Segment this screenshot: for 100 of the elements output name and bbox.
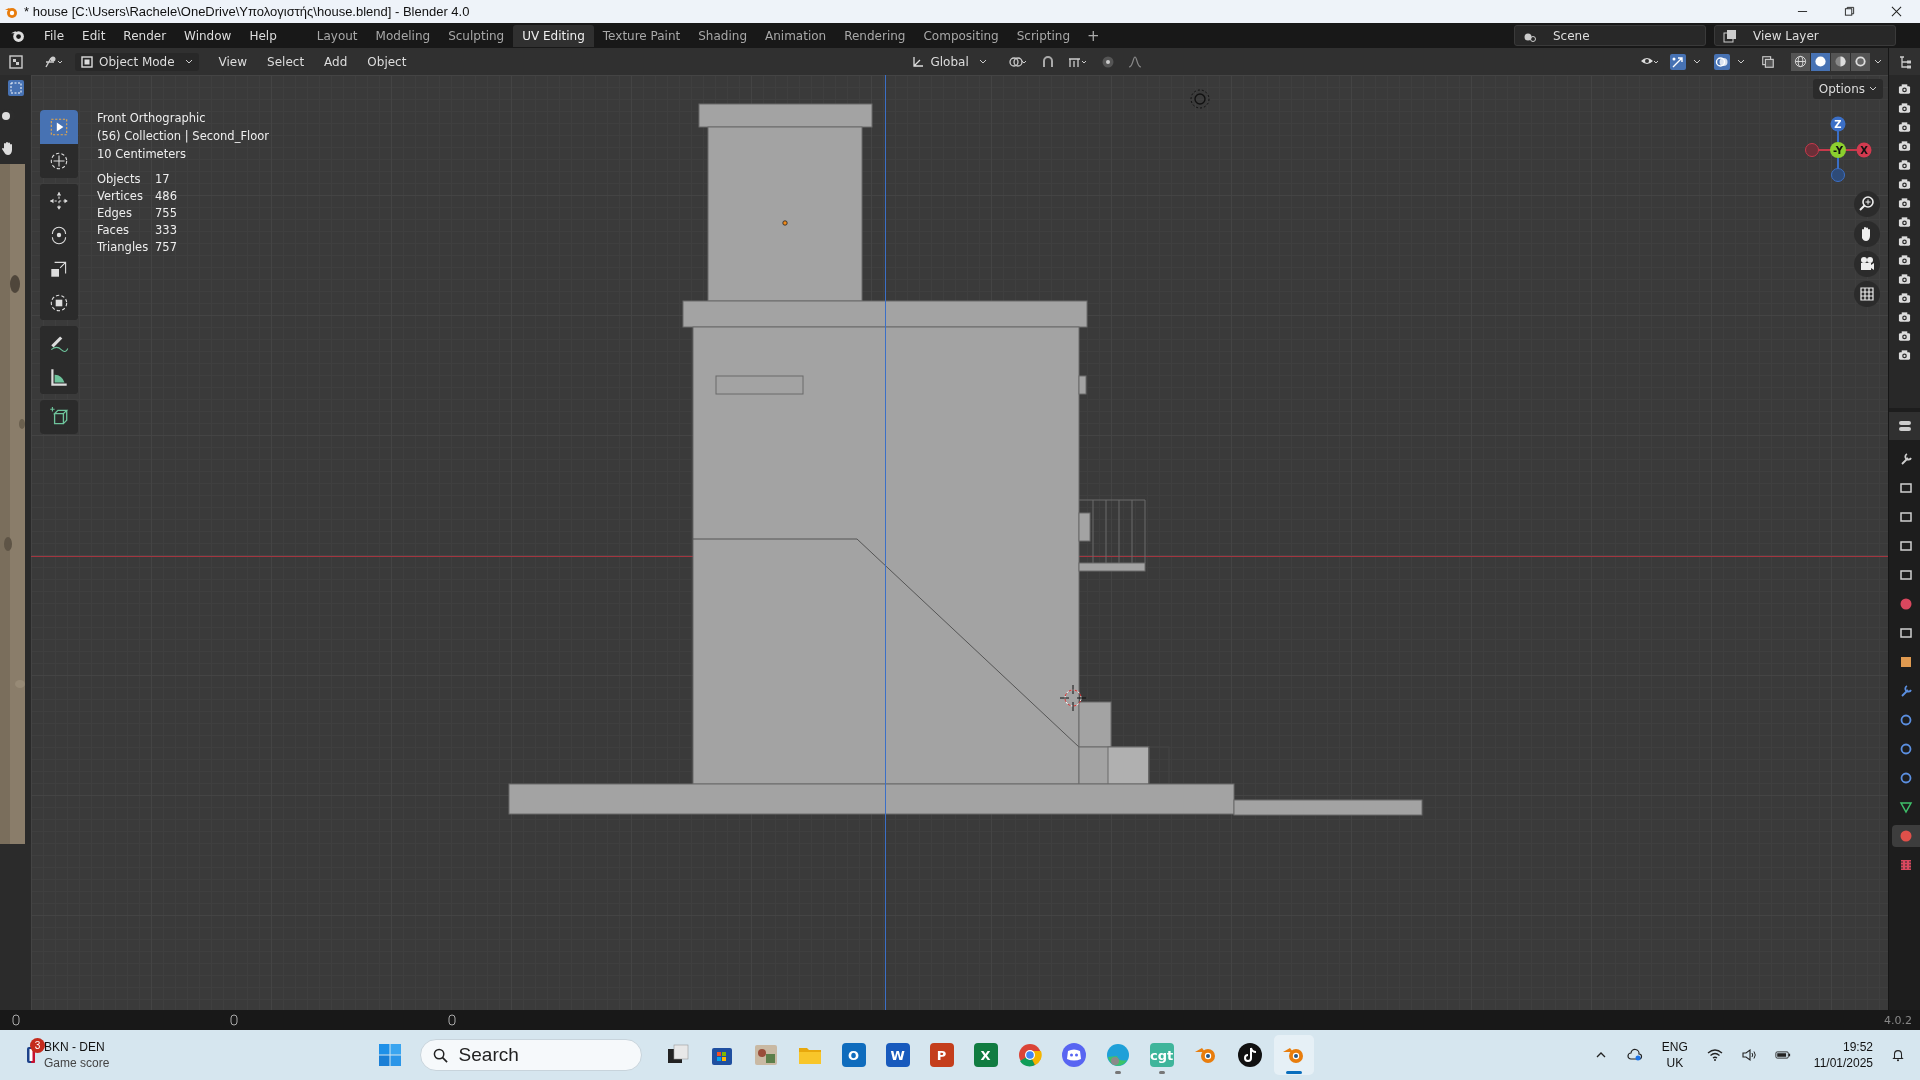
wifi-icon[interactable] — [1706, 1048, 1723, 1062]
image-editor-icon[interactable] — [8, 54, 23, 69]
select-box-icon[interactable] — [8, 79, 24, 96]
camera-icon[interactable] — [1898, 311, 1911, 323]
workspace-tab[interactable]: Sculpting — [439, 24, 514, 47]
header-menu[interactable]: Object — [359, 54, 415, 69]
header-menu[interactable]: View — [210, 54, 256, 69]
camera-icon[interactable] — [1898, 83, 1911, 95]
camera-icon[interactable] — [1898, 121, 1911, 133]
solid-shading-button[interactable] — [1811, 52, 1830, 71]
crosshair-icon — [48, 150, 70, 172]
stat-value: 755 — [155, 205, 178, 222]
camera-icon[interactable] — [1898, 254, 1911, 266]
workspace-tab[interactable]: Rendering — [835, 24, 915, 47]
language-indicator[interactable]: ENG UK — [1661, 1040, 1688, 1070]
caret-icon[interactable] — [1874, 57, 1882, 66]
news-widget[interactable]: 3 BKN - DEN Game score — [0, 1033, 110, 1077]
ring-icon — [1899, 771, 1913, 785]
notification-bell-icon[interactable] — [1890, 1048, 1906, 1062]
menu-item[interactable]: Window — [175, 28, 241, 43]
menu-item[interactable]: Help — [240, 28, 286, 43]
active-collection: (56) Collection | Second_Floor — [97, 128, 269, 145]
battery-icon[interactable] — [1774, 1048, 1791, 1062]
material-shading-button[interactable] — [1831, 52, 1850, 71]
hand-icon[interactable] — [1854, 221, 1880, 247]
mouse-icon — [230, 1014, 238, 1026]
transform-icon — [48, 292, 70, 314]
taskbar-app[interactable]: P — [921, 1035, 962, 1075]
rendered-shading-button[interactable] — [1851, 52, 1870, 71]
options-dropdown[interactable]: Options — [1812, 79, 1883, 99]
gizmo-toggle-icon[interactable] — [1670, 53, 1686, 70]
move-arrows-icon — [48, 190, 70, 212]
camera-icon[interactable] — [1898, 216, 1911, 228]
camera-icon[interactable] — [1854, 251, 1880, 277]
workspace-tab[interactable]: Compositing — [914, 24, 1008, 47]
workspace-tab[interactable]: Layout — [307, 24, 367, 47]
browser-icon — [1016, 1042, 1043, 1068]
blender-logo-icon[interactable] — [10, 28, 25, 43]
box-icon — [1899, 481, 1913, 495]
overlays-toggle-icon[interactable] — [1714, 53, 1730, 70]
workspace-tab[interactable]: Animation — [756, 24, 836, 47]
camera-icon[interactable] — [1898, 159, 1911, 171]
camera-icon[interactable] — [1898, 140, 1911, 152]
chat-icon — [1060, 1042, 1087, 1068]
camera-icon[interactable] — [1898, 349, 1911, 361]
workspace-tab[interactable]: Modeling — [366, 24, 440, 47]
camera-icon[interactable] — [1898, 330, 1911, 342]
camera-icon[interactable] — [1898, 235, 1911, 247]
square-icon — [1899, 655, 1913, 669]
menu-item[interactable]: Edit — [73, 28, 115, 43]
pivot-icon[interactable] — [1007, 54, 1028, 69]
camera-icon[interactable] — [1898, 102, 1911, 114]
material-sphere-icon — [1834, 55, 1847, 68]
header-menu[interactable]: Select — [259, 54, 313, 69]
caret-icon — [1869, 85, 1877, 93]
outliner-icon[interactable] — [1897, 54, 1912, 69]
grid-icon[interactable] — [1854, 281, 1880, 307]
scene-selector[interactable]: Scene — [1514, 25, 1706, 46]
workspace-tab[interactable]: UV Editing — [513, 24, 594, 47]
caret-icon[interactable] — [1693, 57, 1701, 66]
select-box-icon — [48, 116, 70, 138]
mode-dropdown[interactable]: Object Mode — [75, 52, 199, 71]
speaker-icon[interactable] — [1740, 1048, 1757, 1062]
menu-item[interactable]: File — [35, 28, 74, 43]
clock[interactable]: 19:52 11/01/2025 — [1813, 1040, 1873, 1070]
add-workspace-button[interactable]: + — [1079, 26, 1108, 45]
taskbar-app[interactable]: X — [965, 1035, 1006, 1075]
taskbar-app[interactable]: O — [833, 1035, 874, 1075]
workspace-tab[interactable]: Texture Paint — [593, 24, 690, 47]
stat-value: 486 — [155, 188, 178, 205]
wireframe-shading-button[interactable] — [1791, 52, 1810, 71]
axis-gizmo[interactable]: Z -Y X — [1799, 111, 1877, 189]
caret-icon — [978, 57, 987, 66]
camera-icon[interactable] — [1898, 178, 1911, 190]
workspace-tab[interactable]: Scripting — [1007, 24, 1080, 47]
camera-icon[interactable] — [1898, 292, 1911, 304]
search-field[interactable]: Search — [419, 1039, 642, 1071]
cloud-sync-icon[interactable] — [1626, 1048, 1643, 1062]
view-layer-selector[interactable]: View Layer — [1714, 25, 1896, 46]
music-note-icon — [1236, 1042, 1263, 1068]
stat-value: 17 — [155, 171, 171, 188]
stat-label: Vertices — [97, 188, 144, 205]
close-icon[interactable] — [1891, 6, 1902, 17]
axes-icon — [912, 55, 925, 68]
orientation-dropdown[interactable]: Global — [906, 52, 993, 71]
restore-icon[interactable] — [1844, 6, 1855, 17]
news-title: BKN - DEN — [44, 1040, 106, 1054]
taskbar-app[interactable]: W — [877, 1035, 918, 1075]
properties-editor-icon[interactable] — [1897, 419, 1912, 433]
workspace-tab[interactable]: Shading — [689, 24, 756, 47]
camera-icon[interactable] — [1898, 197, 1911, 209]
menu-item[interactable]: Render — [114, 28, 176, 43]
editor-type-icon[interactable] — [44, 54, 64, 69]
camera-icon[interactable] — [1898, 273, 1911, 285]
3d-cursor-icon[interactable] — [1058, 683, 1088, 713]
zoom-icon[interactable] — [1854, 191, 1880, 217]
header-menu[interactable]: Add — [316, 54, 356, 69]
select-box-tool[interactable] — [40, 110, 78, 144]
caret-icon[interactable] — [1737, 57, 1745, 66]
start-icon[interactable] — [377, 1043, 402, 1067]
